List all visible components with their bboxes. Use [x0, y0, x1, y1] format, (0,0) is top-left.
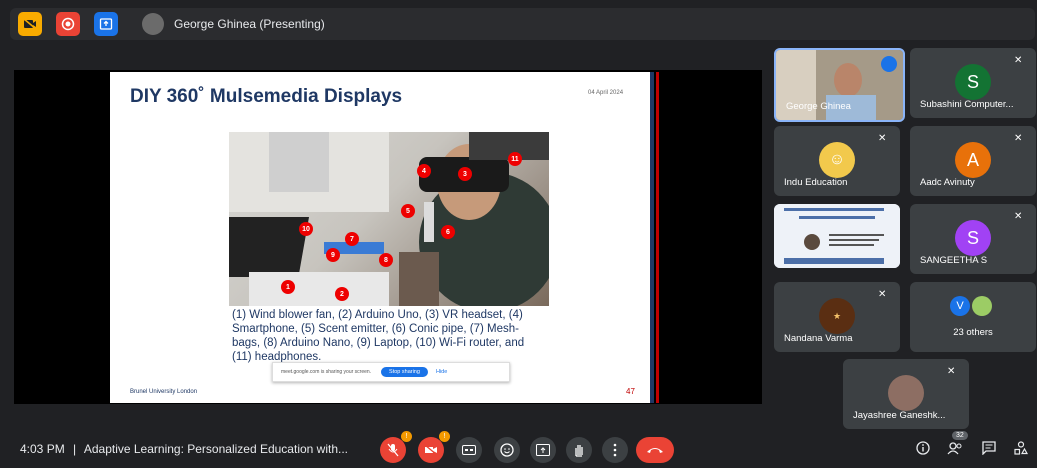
slide-stripe-red: [656, 72, 659, 403]
activities-icon: [1014, 441, 1029, 455]
avatar: ☺: [819, 142, 855, 178]
avatar: ★: [819, 298, 855, 334]
thumbnail-preview: [774, 204, 900, 268]
photo-marker-4: 4: [417, 164, 431, 178]
participant-tile-george[interactable]: George Ghinea: [774, 48, 905, 122]
participant-tile-subashini[interactable]: ✕ S Subashini Computer...: [910, 48, 1036, 118]
photo-marker-9: 9: [326, 248, 340, 262]
avatar: [888, 375, 924, 411]
mic-off-icon: [387, 443, 399, 457]
photo-marker-3: 3: [458, 167, 472, 181]
captions-button[interactable]: [456, 437, 482, 463]
avatar: A: [955, 142, 991, 178]
hand-icon: [575, 445, 583, 457]
emoji-button[interactable]: [494, 437, 520, 463]
slide-caption: (1) Wind blower fan, (2) Arduino Uno, (3…: [232, 309, 525, 363]
chat-button[interactable]: [980, 441, 998, 458]
captions-icon: [462, 445, 476, 455]
stop-sharing-button[interactable]: Stop sharing: [381, 367, 428, 377]
photo-marker-7: 7: [345, 232, 359, 246]
slide-date: 04 April 2024: [588, 90, 624, 96]
presenter-chip[interactable]: George Ghinea (Presenting): [136, 11, 1036, 37]
record-button[interactable]: [56, 12, 80, 36]
participant-tile-indu[interactable]: ✕ ☺ Indu Education: [774, 126, 900, 196]
camera-off-button[interactable]: [18, 12, 42, 36]
participant-count-badge: 32: [952, 431, 968, 440]
participant-name: Indu Education: [784, 177, 848, 188]
camera-toggle-button[interactable]: !: [418, 431, 450, 463]
emoji-icon: [500, 443, 514, 457]
present-icon: [536, 444, 550, 456]
mic-off-icon: ✕: [1014, 133, 1023, 144]
photo-scene: [229, 132, 549, 306]
camera-warning-badge: !: [439, 431, 450, 442]
more-options-button[interactable]: [602, 437, 628, 463]
photo-marker-2: 2: [335, 287, 349, 301]
participant-name: SANGEETHA S: [920, 255, 988, 266]
avatar: S: [955, 64, 991, 100]
raise-hand-button[interactable]: [566, 437, 592, 463]
participant-name: George Ghinea: [786, 101, 851, 112]
photo-marker-8: 8: [379, 253, 393, 267]
slide-photo: 1 2 3 4 5 6 7 8 9 10 11: [229, 132, 549, 306]
people-button[interactable]: 32: [946, 431, 968, 458]
meeting-info: 4:03 PM | Adaptive Learning: Personalize…: [20, 442, 348, 456]
participant-tile-others[interactable]: V 23 others: [910, 282, 1036, 352]
participant-tile-aadc[interactable]: ✕ A Aadc Avinuty: [910, 126, 1036, 196]
mic-off-icon: ✕: [1014, 211, 1023, 222]
meeting-details-button[interactable]: [914, 441, 932, 458]
avatar: S: [955, 220, 991, 256]
mic-off-icon: ✕: [878, 133, 887, 144]
participant-name: Nandana Varma: [784, 333, 853, 344]
mic-off-icon: ✕: [947, 366, 956, 377]
share-message: meet.google.com is sharing your screen.: [281, 369, 372, 375]
presentation-slide: DIY 360˚ Mulsemedia Displays 04 April 20…: [110, 72, 659, 403]
leave-call-button[interactable]: [636, 437, 674, 463]
activities-button[interactable]: [1012, 441, 1030, 458]
others-count: 23 others: [953, 327, 993, 338]
photo-marker-5: 5: [401, 204, 415, 218]
photo-marker-11: 11: [508, 152, 522, 166]
participant-name: Jayashree Ganeshk...: [853, 410, 946, 421]
slide-title: DIY 360˚ Mulsemedia Displays: [130, 86, 403, 107]
separator: |: [73, 442, 77, 456]
slide-stripe-blue: [650, 72, 654, 403]
camera-off-icon: [23, 18, 37, 30]
top-bar: George Ghinea (Presenting): [10, 8, 1035, 40]
participant-name: Subashini Computer...: [920, 99, 1014, 110]
info-icon: [916, 441, 930, 455]
screen-share-thumbnail[interactable]: [774, 204, 900, 268]
presenter-label: George Ghinea (Presenting): [174, 17, 325, 31]
present-icon: [99, 18, 113, 30]
participant-tile-nandana[interactable]: ✕ ★ Nandana Varma: [774, 282, 900, 352]
present-screen-button[interactable]: [530, 437, 556, 463]
presenter-avatar: [142, 13, 164, 35]
present-button[interactable]: [94, 12, 118, 36]
participant-tile-jayashree[interactable]: ✕ Jayashree Ganeshk...: [843, 359, 969, 429]
participant-tile-sangeetha[interactable]: ✕ S SANGEETHA S: [910, 204, 1036, 274]
participant-name: Aadc Avinuty: [920, 177, 975, 188]
meeting-title: Adaptive Learning: Personalized Educatio…: [83, 442, 349, 456]
chat-icon: [982, 441, 996, 456]
screen-share-bar: meet.google.com is sharing your screen. …: [272, 362, 510, 382]
record-icon: [61, 17, 75, 31]
slide-page-number: 47: [626, 387, 635, 396]
end-call-icon: [647, 448, 663, 453]
photo-marker-1: 1: [281, 280, 295, 294]
mic-off-icon: ✕: [1014, 55, 1023, 66]
hide-share-bar-link[interactable]: Hide: [436, 369, 447, 375]
mic-off-icon: ✕: [878, 289, 887, 300]
people-icon: [947, 442, 962, 455]
camera-off-icon: [424, 444, 438, 456]
avatar: V: [950, 296, 970, 316]
mic-toggle-button[interactable]: !: [380, 431, 412, 463]
photo-marker-6: 6: [441, 225, 455, 239]
avatar: [972, 296, 992, 316]
more-vert-icon: [613, 443, 617, 457]
photo-marker-10: 10: [299, 222, 313, 236]
clock-time: 4:03 PM: [20, 442, 65, 456]
mic-warning-badge: !: [401, 431, 412, 442]
speaking-indicator-icon: [881, 56, 897, 72]
slide-footer-university: Brunel University London: [130, 389, 198, 395]
